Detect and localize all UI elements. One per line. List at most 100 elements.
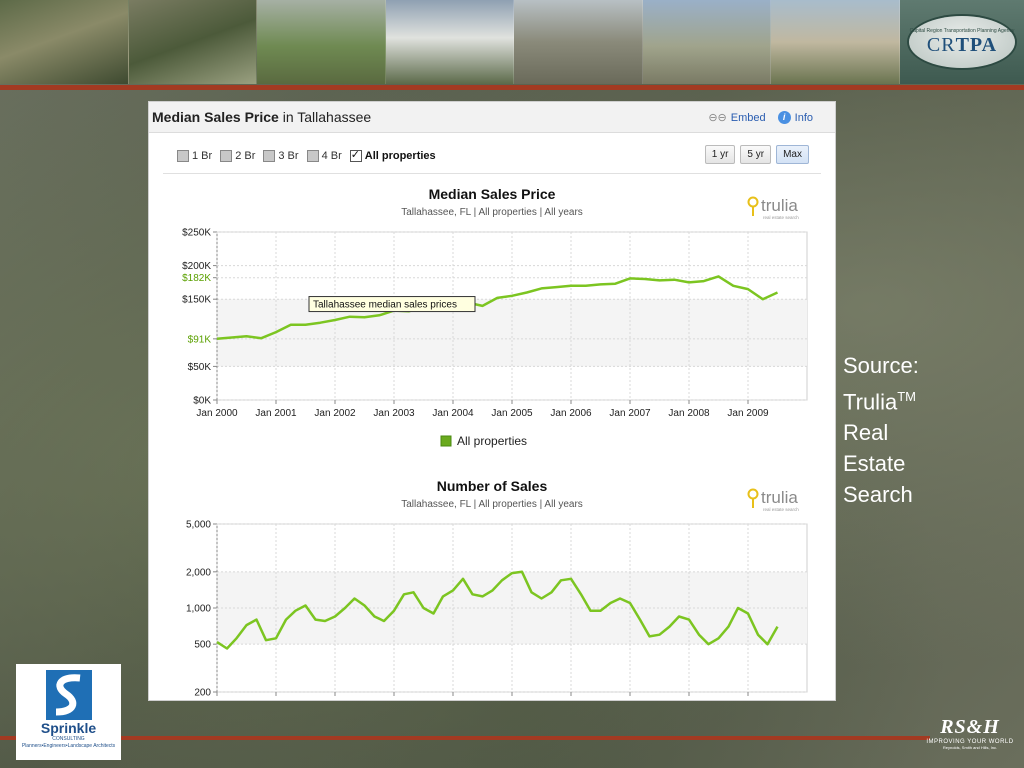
x-tick-label: Jan 2006 xyxy=(550,408,592,419)
widget-header: Median Sales Price in Tallahassee ⊖⊖ Embe… xyxy=(149,102,835,133)
chart-title: Median Sales Price xyxy=(429,186,556,202)
checkbox-3br[interactable] xyxy=(263,150,276,162)
crtpa-logo: Capital Region Transportation Planning A… xyxy=(900,0,1024,84)
filter-label: 4 Br xyxy=(321,150,342,162)
trulia-tagline: real estate search xyxy=(763,215,799,220)
source-trulia: Trulia xyxy=(843,389,898,415)
filter-label: All properties xyxy=(364,150,436,162)
crtpa-logo-text: CRTPA xyxy=(927,34,997,56)
trulia-pin-icon xyxy=(747,196,759,208)
link-icon: ⊖⊖ xyxy=(708,112,727,124)
header-photo-oak-trees xyxy=(0,0,129,84)
header-divider xyxy=(0,85,1024,90)
x-tick-label: Jan 2001 xyxy=(255,408,297,419)
y-tick-label: $250K xyxy=(182,228,211,239)
tooltip-text: Tallahassee median sales prices xyxy=(313,300,457,311)
x-tick-label: Jan 2005 xyxy=(491,408,533,419)
embed-label: Embed xyxy=(730,111,766,124)
checkbox-2br[interactable] xyxy=(220,150,233,162)
sprinkle-s-icon xyxy=(45,670,92,720)
range-max-button[interactable]: Max xyxy=(776,145,809,164)
x-tick-label: Jan 2003 xyxy=(373,408,415,419)
checkbox-4br[interactable] xyxy=(306,150,319,162)
legend-label: All properties xyxy=(457,434,527,448)
x-tick-label: Jan 2004 xyxy=(432,408,474,419)
sprinkle-tagline: Planners•Engineers•Landscape Architects xyxy=(21,743,116,749)
header-photo-street xyxy=(514,0,643,84)
header-photo-buildings xyxy=(771,0,901,84)
trulia-logo: truliareal estate search xyxy=(747,488,799,512)
y-tick-label: $150K xyxy=(182,295,211,306)
header-photo-havana-sign xyxy=(257,0,386,84)
widget-header-links: ⊖⊖ Embed i Info xyxy=(708,111,813,124)
crtpa-logo-oval: Capital Region Transportation Planning A… xyxy=(909,16,1015,68)
time-range-buttons: 1 yr 5 yr Max xyxy=(704,145,809,164)
trulia-widget: Median Sales Price in Tallahassee ⊖⊖ Embe… xyxy=(148,101,836,701)
range-5yr-button[interactable]: 5 yr xyxy=(740,145,772,164)
embed-link[interactable]: ⊖⊖ Embed xyxy=(708,111,766,125)
trulia-logo: truliareal estate search xyxy=(747,196,799,220)
rsh-logo: RS&H IMPROVING YOUR WORLD Reynolds, Smit… xyxy=(920,716,1020,764)
x-tick-label: Jan 2002 xyxy=(314,408,356,419)
number-of-sales-chart: Number of Sales Tallahassee, FL | All pro… xyxy=(186,478,808,699)
y-tick-label: 2,000 xyxy=(186,567,211,578)
trulia-wordmark: trulia xyxy=(761,196,798,215)
x-tick-label: Jan 2000 xyxy=(196,408,238,419)
filter-all-properties[interactable]: All properties xyxy=(349,148,436,162)
y-tick-label: 1,000 xyxy=(186,604,211,615)
header-photo-trees xyxy=(128,0,258,84)
source-caption: Source: TruliaTM Real Estate Search xyxy=(843,350,953,510)
filter-1br[interactable]: 1 Br xyxy=(177,150,212,162)
chart-subtitle: Tallahassee, FL | All properties | All y… xyxy=(401,207,583,218)
info-icon: i xyxy=(777,111,791,124)
chart-title: Number of Sales xyxy=(437,478,548,494)
legend-swatch xyxy=(440,435,452,447)
source-line-2: TruliaTM xyxy=(843,381,953,417)
widget-title-bold: Median Sales Price xyxy=(152,109,279,125)
source-line-5: Search xyxy=(843,482,913,508)
header-photo-strip xyxy=(0,0,901,84)
sprinkle-consulting-logo: Sprinkle CONSULTING Planners•Engineers•L… xyxy=(16,664,121,760)
filter-label: 1 Br xyxy=(192,150,213,162)
rsh-mark: RS&H xyxy=(940,716,1000,738)
y-tick-label: 5,000 xyxy=(186,520,211,531)
crtpa-logo-text-b: TPA xyxy=(955,34,998,56)
range-1yr-button[interactable]: 1 yr xyxy=(704,145,736,164)
footer-divider xyxy=(0,736,930,740)
x-tick-label: Jan 2007 xyxy=(609,408,651,419)
y-tick-label: $200K xyxy=(182,261,211,272)
header-photo-road xyxy=(642,0,772,84)
trulia-tagline: real estate search xyxy=(763,507,799,512)
checkbox-all-properties[interactable] xyxy=(349,148,362,162)
trademark: TM xyxy=(897,389,916,404)
sprinkle-consulting: CONSULTING xyxy=(52,736,85,742)
info-label: Info xyxy=(794,111,813,124)
y-tick-label: 500 xyxy=(194,640,211,651)
source-line-4: Estate xyxy=(843,451,906,477)
header-photo-courthouse xyxy=(385,0,515,84)
y-tick-label: $0K xyxy=(193,396,211,407)
source-line-3: Real xyxy=(843,420,889,446)
y-tick-label: $182K xyxy=(182,273,211,284)
trulia-pin-icon xyxy=(747,488,759,500)
filter-label: 2 Br xyxy=(235,150,256,162)
x-tick-label: Jan 2008 xyxy=(668,408,710,419)
bedroom-filter-row: 1 Br 2 Br 3 Br 4 Br All properties xyxy=(177,148,436,162)
median-sales-price-chart: Median Sales Price Tallahassee, FL | All … xyxy=(182,186,808,448)
filter-4br[interactable]: 4 Br xyxy=(306,150,342,162)
widget-title-rest: in Tallahassee xyxy=(278,109,372,125)
y-tick-label: $50K xyxy=(188,362,212,373)
crtpa-logo-text-a: CR xyxy=(926,34,956,56)
y-tick-label: 200 xyxy=(194,688,211,699)
y-tick-label: $91K xyxy=(188,334,212,345)
rsh-company: Reynolds, Smith and Hills, Inc. xyxy=(942,745,998,750)
source-line-1: Source: xyxy=(843,353,919,378)
x-tick-label: Jan 2009 xyxy=(727,408,769,419)
filter-divider xyxy=(163,173,821,174)
checkbox-1br[interactable] xyxy=(177,150,189,162)
chart-subtitle: Tallahassee, FL | All properties | All y… xyxy=(401,499,583,510)
filter-3br[interactable]: 3 Br xyxy=(263,150,299,162)
filter-2br[interactable]: 2 Br xyxy=(220,150,255,162)
filter-label: 3 Br xyxy=(278,150,299,162)
info-link[interactable]: i Info xyxy=(777,111,813,124)
